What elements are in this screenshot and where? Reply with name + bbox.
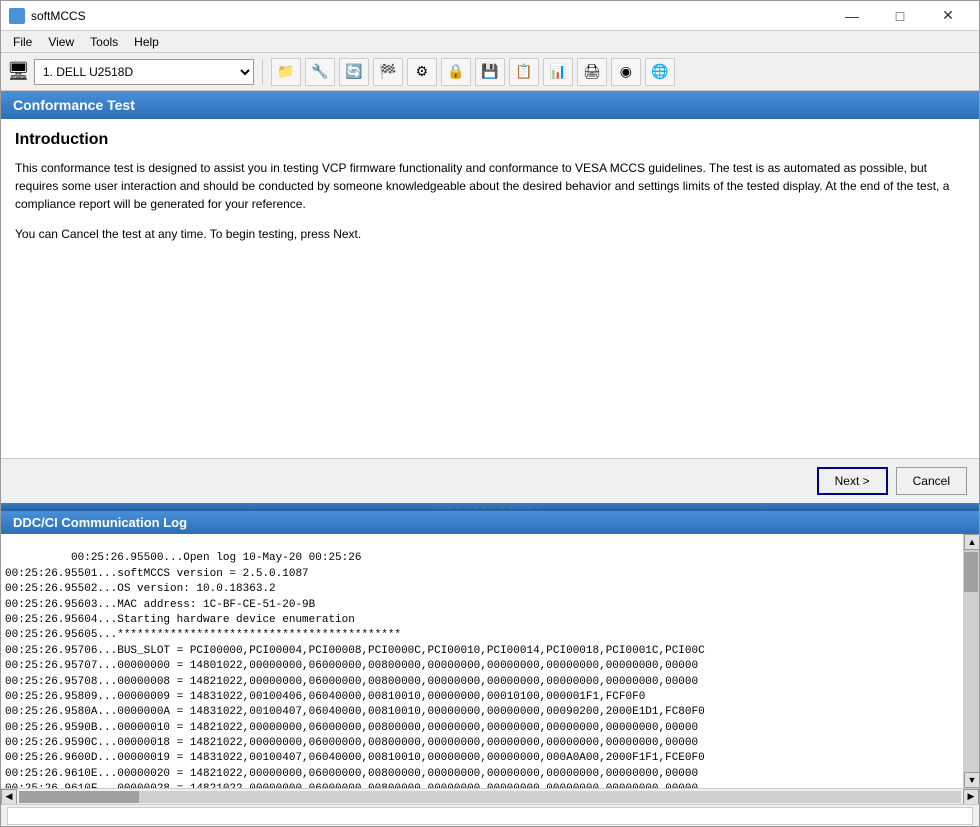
monitor-dropdown[interactable]: 1. DELL U2518D [34,59,254,85]
main-content: Conformance Test Introduction This confo… [1,91,979,804]
log-line-10: 00:25:26.9580A...0000000A = 14831022,001… [5,706,705,718]
toolbar-btn-8[interactable]: 📋 [509,58,539,86]
toolbar-btn-1[interactable]: 📁 [271,58,301,86]
toolbar-separator [262,59,263,85]
status-bar [1,804,979,826]
main-window: softMCCS — □ ✕ File View Tools Help 🖥 1.… [0,0,980,827]
menu-tools[interactable]: Tools [82,33,126,51]
toolbar-btn-11[interactable]: ◉ [611,58,641,86]
conformance-title: Conformance Test [13,97,135,113]
log-area-container: 00:25:26.95500...Open log 10-May-20 00:2… [1,534,979,788]
toolbar-btn-5[interactable]: ⚙ [407,58,437,86]
log-line-8: 00:25:26.95708...00000008 = 14821022,000… [5,676,698,688]
log-line-12: 00:25:26.9590C...00000018 = 14821022,000… [5,737,698,749]
scroll-left-button[interactable]: ◀ [1,789,17,805]
log-line-3: 00:25:26.95603...MAC address: 1C-BF-CE-5… [5,599,315,611]
scroll-down-button[interactable]: ▼ [964,772,979,788]
scroll-thumb-v[interactable] [964,552,978,592]
scroll-track-h[interactable] [19,791,961,803]
maximize-button[interactable]: □ [877,1,923,31]
log-title: DDC/CI Communication Log [13,515,187,530]
status-panel [7,807,973,825]
menu-file[interactable]: File [5,33,40,51]
cancel-button[interactable]: Cancel [896,467,967,495]
intro-text-1: This conformance test is designed to ass… [15,159,965,213]
menu-bar: File View Tools Help [1,31,979,53]
toolbar-btn-10[interactable]: 🖨 [577,58,607,86]
log-line-11: 00:25:26.9590B...00000010 = 14821022,000… [5,722,698,734]
scroll-right-button[interactable]: ▶ [963,789,979,805]
title-bar-left: softMCCS [9,8,86,24]
title-bar: softMCCS — □ ✕ [1,1,979,31]
toolbar-btn-3[interactable]: 🔄 [339,58,369,86]
close-button[interactable]: ✕ [925,1,971,31]
toolbar-btn-12[interactable]: 🌐 [645,58,675,86]
intro-panel: Introduction This conformance test is de… [1,119,979,458]
log-area[interactable]: 00:25:26.95500...Open log 10-May-20 00:2… [1,534,963,788]
log-line-15: 00:25:26.9610F...00000028 = 14821022,000… [5,783,698,788]
window-controls: — □ ✕ [829,1,971,31]
toolbar-btn-7[interactable]: 💾 [475,58,505,86]
lower-section: DDC/CI Communication Log 00:25:26.95500.… [1,511,979,804]
upper-section: Conformance Test Introduction This confo… [1,91,979,511]
log-line-0: 00:25:26.95500...Open log 10-May-20 00:2… [71,552,361,564]
button-row: Next > Cancel [1,458,979,503]
intro-title: Introduction [15,131,965,149]
conformance-header: Conformance Test [1,91,979,119]
monitor-selector: 🖥 1. DELL U2518D [7,59,254,85]
menu-help[interactable]: Help [126,33,167,51]
vertical-scrollbar: ▲ ▼ [963,534,979,788]
menu-view[interactable]: View [40,33,82,51]
log-line-13: 00:25:26.9600D...00000019 = 14831022,001… [5,752,705,764]
log-line-14: 00:25:26.9610E...00000020 = 14821022,000… [5,768,698,780]
toolbar-btn-2[interactable]: 🔧 [305,58,335,86]
toolbar-btn-9[interactable]: 📊 [543,58,573,86]
toolbar-btn-4[interactable]: 🏁 [373,58,403,86]
log-line-5: 00:25:26.95605...***********************… [5,629,401,641]
toolbar-btn-6[interactable]: 🔒 [441,58,471,86]
resize-handle[interactable]: · · · · · · · · · · · · [1,503,979,511]
app-icon [9,8,25,24]
log-line-2: 00:25:26.95502...OS version: 10.0.18363.… [5,583,276,595]
monitor-icon: 🖥 [7,61,30,82]
log-line-4: 00:25:26.95604...Starting hardware devic… [5,614,355,626]
window-title: softMCCS [31,9,86,23]
next-button[interactable]: Next > [817,467,888,495]
intro-text-2: You can Cancel the test at any time. To … [15,225,965,243]
scroll-track-v[interactable] [964,550,979,772]
log-line-1: 00:25:26.95501...softMCCS version = 2.5.… [5,568,309,580]
log-line-6: 00:25:26.95706...BUS_SLOT = PCI00000,PCI… [5,645,705,657]
minimize-button[interactable]: — [829,1,875,31]
horizontal-scrollbar: ◀ ▶ [1,788,979,804]
toolbar: 🖥 1. DELL U2518D 📁 🔧 🔄 🏁 ⚙ 🔒 💾 📋 📊 🖨 ◉ 🌐 [1,53,979,91]
log-line-9: 00:25:26.95809...00000009 = 14831022,001… [5,691,645,703]
scroll-up-button[interactable]: ▲ [964,534,979,550]
scroll-thumb-h[interactable] [19,791,139,803]
log-line-7: 00:25:26.95707...00000000 = 14801022,000… [5,660,698,672]
log-header: DDC/CI Communication Log [1,511,979,534]
